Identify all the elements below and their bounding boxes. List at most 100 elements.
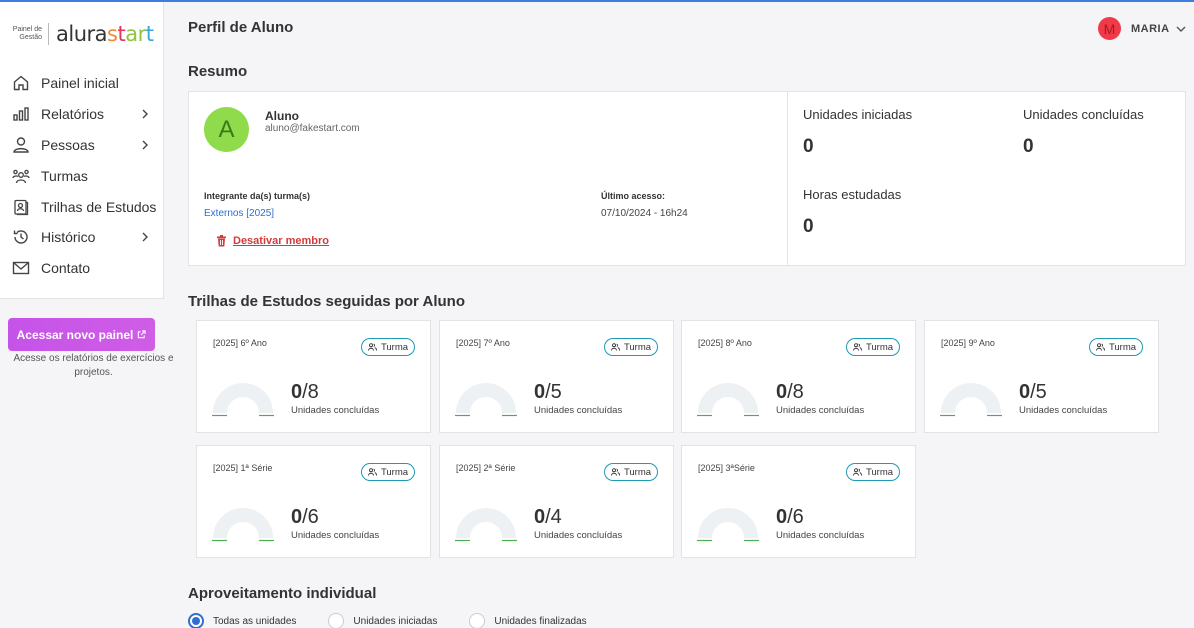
group-icon	[1095, 343, 1105, 351]
sidebar: Painel de Gestão alurastart Painel inici…	[0, 2, 164, 299]
performance-filter: Todas as unidades Unidades iniciadas Uni…	[188, 613, 619, 628]
nav-item-turmas[interactable]: Turmas	[0, 160, 163, 191]
brand-separator	[48, 23, 49, 45]
radio-indicator	[328, 613, 345, 628]
user-menu[interactable]: M MARIA	[1098, 17, 1186, 40]
home-icon	[12, 74, 30, 92]
hours-studied-value: 0	[803, 216, 814, 237]
group-icon	[610, 468, 620, 476]
track-progress-count: 0/4	[534, 506, 562, 528]
track-progress-count: 0/5	[1019, 381, 1047, 403]
track-badge: Turma	[361, 338, 415, 356]
track-name: [2025] 1ª Série	[213, 463, 273, 473]
track-progress-unit: Unidades concluídas	[534, 405, 623, 416]
chevron-right-icon	[137, 109, 153, 119]
last-access-value: 07/10/2024 - 16h24	[601, 208, 688, 219]
last-access-label: Último acesso:	[601, 191, 666, 201]
track-badge: Turma	[604, 463, 658, 481]
performance-section-title: Aproveitamento individual	[188, 585, 377, 602]
mail-icon	[12, 259, 30, 277]
chevron-right-icon	[137, 140, 153, 150]
progress-gauge	[455, 383, 517, 417]
progress-gauge	[212, 383, 274, 417]
track-progress-unit: Unidades concluídas	[291, 530, 380, 541]
progress-gauge	[940, 383, 1002, 417]
nav-item-trilhas-de-estudos[interactable]: Trilhas de Estudos	[0, 191, 163, 222]
access-new-panel-hint: Acesse os relatórios de exercícios e pro…	[13, 353, 174, 378]
hours-studied-label: Horas estudadas	[803, 187, 902, 202]
track-badge: Turma	[604, 338, 658, 356]
track-name: [2025] 3ªSérie	[698, 463, 755, 473]
track-progress-unit: Unidades concluídas	[534, 530, 623, 541]
track-card[interactable]: [2025] 6º Ano Turma 0/8 Unidades concluí…	[196, 320, 431, 433]
page-title: Perfil de Aluno	[188, 19, 294, 36]
brand-subtitle: Painel de Gestão	[12, 26, 42, 41]
radio-indicator	[188, 613, 204, 628]
brand-wordmark: alurastart	[56, 22, 154, 46]
group-icon	[12, 167, 30, 185]
track-name: [2025] 6º Ano	[213, 338, 267, 348]
track-card[interactable]: [2025] 9º Ano Turma 0/5 Unidades concluí…	[924, 320, 1159, 433]
nav-item-contato[interactable]: Contato	[0, 253, 163, 284]
track-card[interactable]: [2025] 2ª Série Turma 0/4 Unidades concl…	[439, 445, 674, 558]
track-badge: Turma	[846, 338, 900, 356]
units-started-value: 0	[803, 136, 814, 157]
group-icon	[367, 343, 377, 351]
group-icon	[610, 343, 620, 351]
track-card[interactable]: [2025] 3ªSérie Turma 0/6 Unidades conclu…	[681, 445, 916, 558]
top-accent-line	[0, 0, 1194, 2]
radio-finished-units[interactable]: Unidades finalizadas	[469, 613, 587, 628]
group-link[interactable]: Externos [2025]	[204, 208, 274, 219]
track-progress-unit: Unidades concluídas	[776, 530, 865, 541]
nav-item-pessoas[interactable]: Pessoas	[0, 130, 163, 161]
study-track-icon	[12, 198, 30, 216]
brand-logo[interactable]: Painel de Gestão alurastart	[8, 22, 154, 46]
chevron-right-icon	[137, 232, 153, 242]
track-name: [2025] 8º Ano	[698, 338, 752, 348]
track-progress-unit: Unidades concluídas	[776, 405, 865, 416]
radio-started-units[interactable]: Unidades iniciadas	[328, 613, 437, 628]
group-icon	[852, 343, 862, 351]
radio-indicator	[469, 613, 486, 628]
track-name: [2025] 2ª Série	[456, 463, 516, 473]
track-progress-count: 0/5	[534, 381, 562, 403]
student-name: Aluno	[265, 109, 299, 123]
tracks-section-title: Trilhas de Estudos seguidas por Aluno	[188, 293, 465, 310]
track-badge: Turma	[361, 463, 415, 481]
nav-item-relatorios[interactable]: Relatórios	[0, 99, 163, 130]
track-progress-unit: Unidades concluídas	[291, 405, 380, 416]
summary-card: A Aluno aluno@fakestart.com Integrante d…	[188, 91, 1186, 266]
units-completed-label: Unidades concluídas	[1023, 107, 1144, 122]
summary-section-title: Resumo	[188, 63, 248, 80]
external-link-icon	[137, 330, 146, 339]
group-icon	[367, 468, 377, 476]
group-icon	[852, 468, 862, 476]
units-started-label: Unidades iniciadas	[803, 107, 913, 122]
nav-item-historico[interactable]: Histórico	[0, 222, 163, 253]
access-new-panel-button[interactable]: Acessar novo painel	[8, 318, 155, 351]
student-avatar: A	[204, 107, 249, 152]
track-card[interactable]: [2025] 1ª Série Turma 0/6 Unidades concl…	[196, 445, 431, 558]
track-badge: Turma	[1089, 338, 1143, 356]
progress-gauge	[212, 508, 274, 542]
units-completed-value: 0	[1023, 136, 1034, 157]
bar-chart-icon	[12, 105, 30, 123]
nav-item-painel-inicial[interactable]: Painel inicial	[0, 68, 163, 99]
progress-gauge	[697, 383, 759, 417]
track-card[interactable]: [2025] 8º Ano Turma 0/8 Unidades concluí…	[681, 320, 916, 433]
progress-gauge	[455, 508, 517, 542]
track-progress-count: 0/6	[291, 506, 319, 528]
radio-all-units[interactable]: Todas as unidades	[188, 613, 296, 628]
trash-icon	[216, 235, 227, 247]
history-icon	[12, 228, 30, 246]
user-avatar: M	[1098, 17, 1121, 40]
track-badge: Turma	[846, 463, 900, 481]
track-card[interactable]: [2025] 7º Ano Turma 0/5 Unidades concluí…	[439, 320, 674, 433]
track-name: [2025] 7º Ano	[456, 338, 510, 348]
track-progress-count: 0/8	[776, 381, 804, 403]
deactivate-member-button[interactable]: Desativar membro	[216, 235, 329, 247]
chevron-down-icon	[1176, 20, 1186, 38]
progress-gauge	[697, 508, 759, 542]
student-email: aluno@fakestart.com	[265, 123, 360, 134]
track-name: [2025] 9º Ano	[941, 338, 995, 348]
